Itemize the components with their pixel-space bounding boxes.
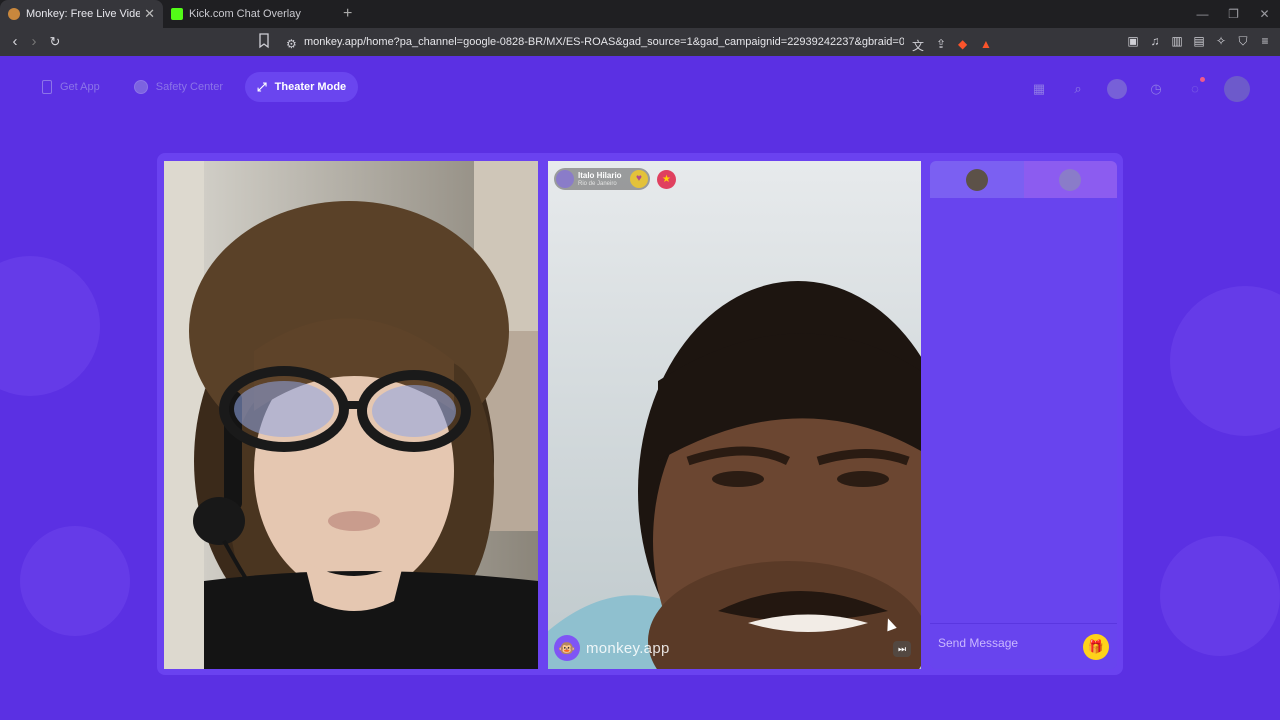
sidebar-icon[interactable]: ▥ xyxy=(1170,34,1184,49)
tab-title: Monkey: Free Live Video Chat xyxy=(26,8,141,20)
url-text: monkey.app/home?pa_channel=google-0828-B… xyxy=(304,36,904,48)
chat-tabs xyxy=(930,161,1117,198)
new-tab-plus-icon[interactable]: + xyxy=(343,0,352,28)
brave-shield-icon[interactable]: ◆ xyxy=(958,37,967,51)
remote-video: Italo Hilario Rio de Janeiro ♥ ★ 🐵 monke… xyxy=(548,161,921,669)
phone-icon xyxy=(42,80,52,94)
skip-next-icon[interactable]: ⏭ xyxy=(893,641,911,657)
video-stage: Italo Hilario Rio de Janeiro ♥ ★ 🐵 monke… xyxy=(157,153,1123,675)
menu-icon[interactable]: ≡ xyxy=(1258,34,1272,49)
store-icon[interactable]: ▦ xyxy=(1029,79,1049,99)
notification-dot xyxy=(1200,77,1205,82)
close-window-icon[interactable]: ✕ xyxy=(1249,0,1280,28)
rewards-icon[interactable]: ▲ xyxy=(980,37,992,51)
monkey-page: Get App Safety Center ⤢ Theater Mode ▦ ⌕… xyxy=(0,56,1280,720)
history-icon[interactable]: ◷ xyxy=(1146,79,1166,99)
share-icon[interactable]: ⇪ xyxy=(936,37,946,51)
remote-video-frame xyxy=(548,161,921,669)
monkey-favicon-icon xyxy=(8,8,20,20)
address-field[interactable]: ⚙ monkey.app/home?pa_channel=google-0828… xyxy=(282,31,1000,53)
close-tab-icon[interactable]: ✕ xyxy=(144,6,155,22)
media-icon[interactable]: ♫ xyxy=(1148,34,1162,49)
monkey-watermark: 🐵 monkey.app xyxy=(554,635,670,661)
bg-decoration xyxy=(1170,286,1280,436)
safety-center-label: Safety Center xyxy=(155,81,224,93)
local-video-frame xyxy=(164,161,538,669)
browser-right-tools: ▣ ♫ ▥ ▤ ✧ ⛉ ≡ xyxy=(1126,34,1272,49)
chat-input-area[interactable]: Send Message 🎁 xyxy=(930,623,1117,669)
site-info-icon[interactable]: ⚙ xyxy=(286,37,297,51)
browser-tabbar: Monkey: Free Live Video Chat ✕ Kick.com … xyxy=(0,0,1280,28)
minimize-icon[interactable]: — xyxy=(1187,0,1218,28)
bg-decoration xyxy=(20,526,130,636)
window-controls: — ❐ ✕ xyxy=(1187,0,1280,28)
shield-check-icon xyxy=(133,80,148,94)
top-nav: Get App Safety Center ⤢ Theater Mode xyxy=(30,72,359,102)
coin-icon[interactable] xyxy=(1107,79,1127,99)
remote-user-info: Italo Hilario Rio de Janeiro xyxy=(578,171,622,188)
theater-mode-label: Theater Mode xyxy=(274,81,347,93)
monkey-logo-icon: 🐵 xyxy=(554,635,580,661)
vpn-icon[interactable]: ⛉ xyxy=(1236,34,1250,49)
remote-user-avatar xyxy=(556,170,574,188)
remote-avatar xyxy=(1059,168,1082,191)
chat-tab-remote[interactable] xyxy=(1023,161,1117,198)
remote-user-name: Italo Hilario xyxy=(578,170,622,180)
top-right-icons: ▦ ⌕ ◷ ◌ xyxy=(1029,76,1250,102)
local-video xyxy=(164,161,538,669)
self-avatar xyxy=(965,168,988,191)
leo-ai-icon[interactable]: ✧ xyxy=(1214,34,1228,49)
profile-avatar[interactable] xyxy=(1224,76,1250,102)
theater-mode-button[interactable]: ⤢ Theater Mode xyxy=(245,72,359,102)
wallet-icon[interactable]: ▤ xyxy=(1192,34,1206,49)
forward-icon[interactable]: › xyxy=(24,33,44,50)
get-app-label: Get App xyxy=(60,81,100,93)
bookmark-icon[interactable] xyxy=(258,33,270,49)
tab-title: Kick.com Chat Overlay xyxy=(189,8,301,20)
get-app-button[interactable]: Get App xyxy=(30,72,112,102)
back-icon[interactable]: ‹ xyxy=(5,33,25,50)
remote-user-badge[interactable]: Italo Hilario Rio de Janeiro ♥ xyxy=(554,168,650,190)
bg-decoration xyxy=(1160,536,1280,656)
tab-kick[interactable]: Kick.com Chat Overlay xyxy=(163,0,331,28)
watermark-text: monkey.app xyxy=(586,639,670,657)
safety-center-button[interactable]: Safety Center xyxy=(122,72,235,102)
search-icon[interactable]: ⌕ xyxy=(1068,79,1088,99)
restore-icon[interactable]: ❐ xyxy=(1218,0,1249,28)
expand-icon: ⤢ xyxy=(257,79,267,94)
reader-icon[interactable]: ▣ xyxy=(1126,34,1140,49)
remote-user-location: Rio de Janeiro xyxy=(578,180,617,187)
like-heart-icon[interactable]: ♥ xyxy=(630,170,648,188)
reload-icon[interactable]: ↻ xyxy=(45,34,65,50)
bg-decoration xyxy=(0,256,100,396)
chat-panel: Send Message 🎁 xyxy=(930,161,1117,669)
browser-toolbar: ‹ › ↻ ⚙ monkey.app/home?pa_channel=googl… xyxy=(0,28,1280,56)
kick-favicon-icon xyxy=(171,8,183,20)
send-message-input[interactable]: Send Message xyxy=(938,636,1018,650)
messages-icon[interactable]: ◌ xyxy=(1185,77,1205,99)
tab-monkey[interactable]: Monkey: Free Live Video Chat ✕ xyxy=(0,0,163,28)
chat-tab-self[interactable] xyxy=(930,161,1024,198)
translate-icon[interactable]: 文 xyxy=(912,37,924,54)
gift-icon[interactable]: 🎁 xyxy=(1083,634,1109,660)
brazil-flag-icon: ★ xyxy=(657,170,676,189)
